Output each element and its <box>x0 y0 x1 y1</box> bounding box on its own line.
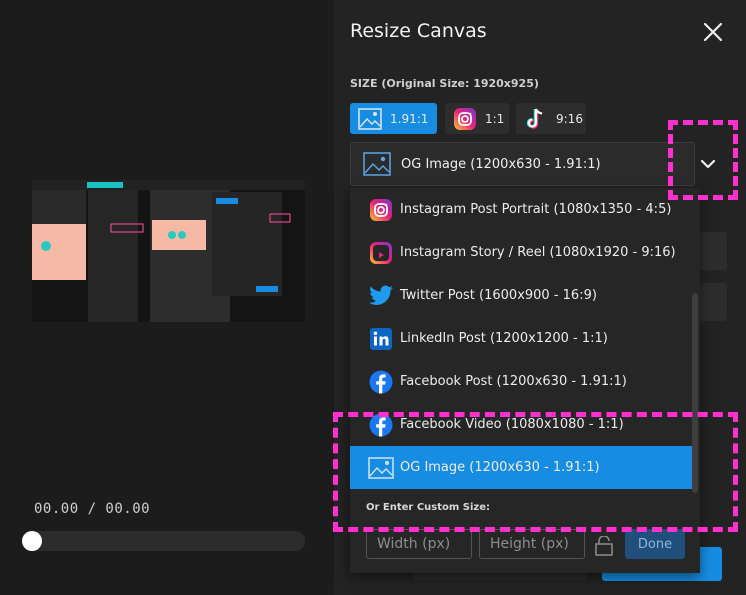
option-instagram-story[interactable]: Instagram Story / Reel (1080x1920 - 9:16… <box>350 231 692 274</box>
instagram-icon <box>368 197 394 223</box>
panel-title: Resize Canvas <box>350 20 487 42</box>
width-input[interactable] <box>366 529 472 559</box>
done-button[interactable]: Done <box>625 529 685 559</box>
size-dropdown[interactable]: Instagram Post Portrait (1080x1350 - 4:5… <box>350 188 700 573</box>
twitter-icon <box>368 283 394 309</box>
facebook-icon <box>368 369 394 395</box>
scrubber-handle[interactable] <box>22 531 42 551</box>
playback-time: 00.00 / 00.00 <box>34 501 151 517</box>
instagram-icon <box>453 107 477 131</box>
video-preview <box>32 180 305 322</box>
lock-icon[interactable] <box>594 535 614 556</box>
preset-label: 1.91:1 <box>390 111 429 126</box>
option-instagram-portrait[interactable]: Instagram Post Portrait (1080x1350 - 4:5… <box>350 188 692 231</box>
preset-label: 1:1 <box>485 111 505 126</box>
height-input[interactable] <box>479 529 585 559</box>
size-label: SIZE (Original Size: 1920x925) <box>350 77 539 90</box>
option-label: OG Image (1200x630 - 1.91:1) <box>400 460 600 475</box>
option-twitter[interactable]: Twitter Post (1600x900 - 16:9) <box>350 274 692 317</box>
custom-size-label: Or Enter Custom Size: <box>366 502 491 513</box>
facebook-icon <box>368 412 394 438</box>
option-label: Facebook Post (1200x630 - 1.91:1) <box>400 374 627 389</box>
preset-label: 9:16 <box>556 111 583 126</box>
close-icon[interactable] <box>701 20 725 44</box>
option-label: Twitter Post (1600x900 - 16:9) <box>400 288 597 303</box>
image-icon <box>358 107 382 131</box>
option-label: Facebook Video (1080x1080 - 1:1) <box>400 417 624 432</box>
preview-area: 00.00 / 00.00 <box>0 0 334 595</box>
preset-191-button[interactable]: 1.91:1 <box>350 103 437 134</box>
preset-9-16-button[interactable]: 9:16 <box>516 103 586 134</box>
option-label: Instagram Post Portrait (1080x1350 - 4:5… <box>400 202 672 217</box>
dropdown-scrollbar[interactable] <box>692 293 698 493</box>
select-value: OG Image (1200x630 - 1.91:1) <box>401 156 601 172</box>
image-icon <box>363 152 391 176</box>
size-select[interactable]: OG Image (1200x630 - 1.91:1) <box>350 142 695 186</box>
option-og-image[interactable]: OG Image (1200x630 - 1.91:1) <box>350 446 692 489</box>
option-label: Instagram Story / Reel (1080x1920 - 9:16… <box>400 245 676 260</box>
playback-scrubber[interactable] <box>22 531 305 551</box>
option-label: LinkedIn Post (1200x1200 - 1:1) <box>400 331 608 346</box>
option-linkedin[interactable]: LinkedIn Post (1200x1200 - 1:1) <box>350 317 692 360</box>
option-facebook-video[interactable]: Facebook Video (1080x1080 - 1:1) <box>350 403 692 446</box>
image-icon <box>368 455 394 481</box>
instagram-reel-icon <box>368 240 394 266</box>
tiktok-icon <box>524 107 548 131</box>
chevron-down-icon[interactable] <box>693 152 723 178</box>
linkedin-icon <box>368 326 394 352</box>
option-facebook-post[interactable]: Facebook Post (1200x630 - 1.91:1) <box>350 360 692 403</box>
preset-1-1-button[interactable]: 1:1 <box>445 103 509 134</box>
